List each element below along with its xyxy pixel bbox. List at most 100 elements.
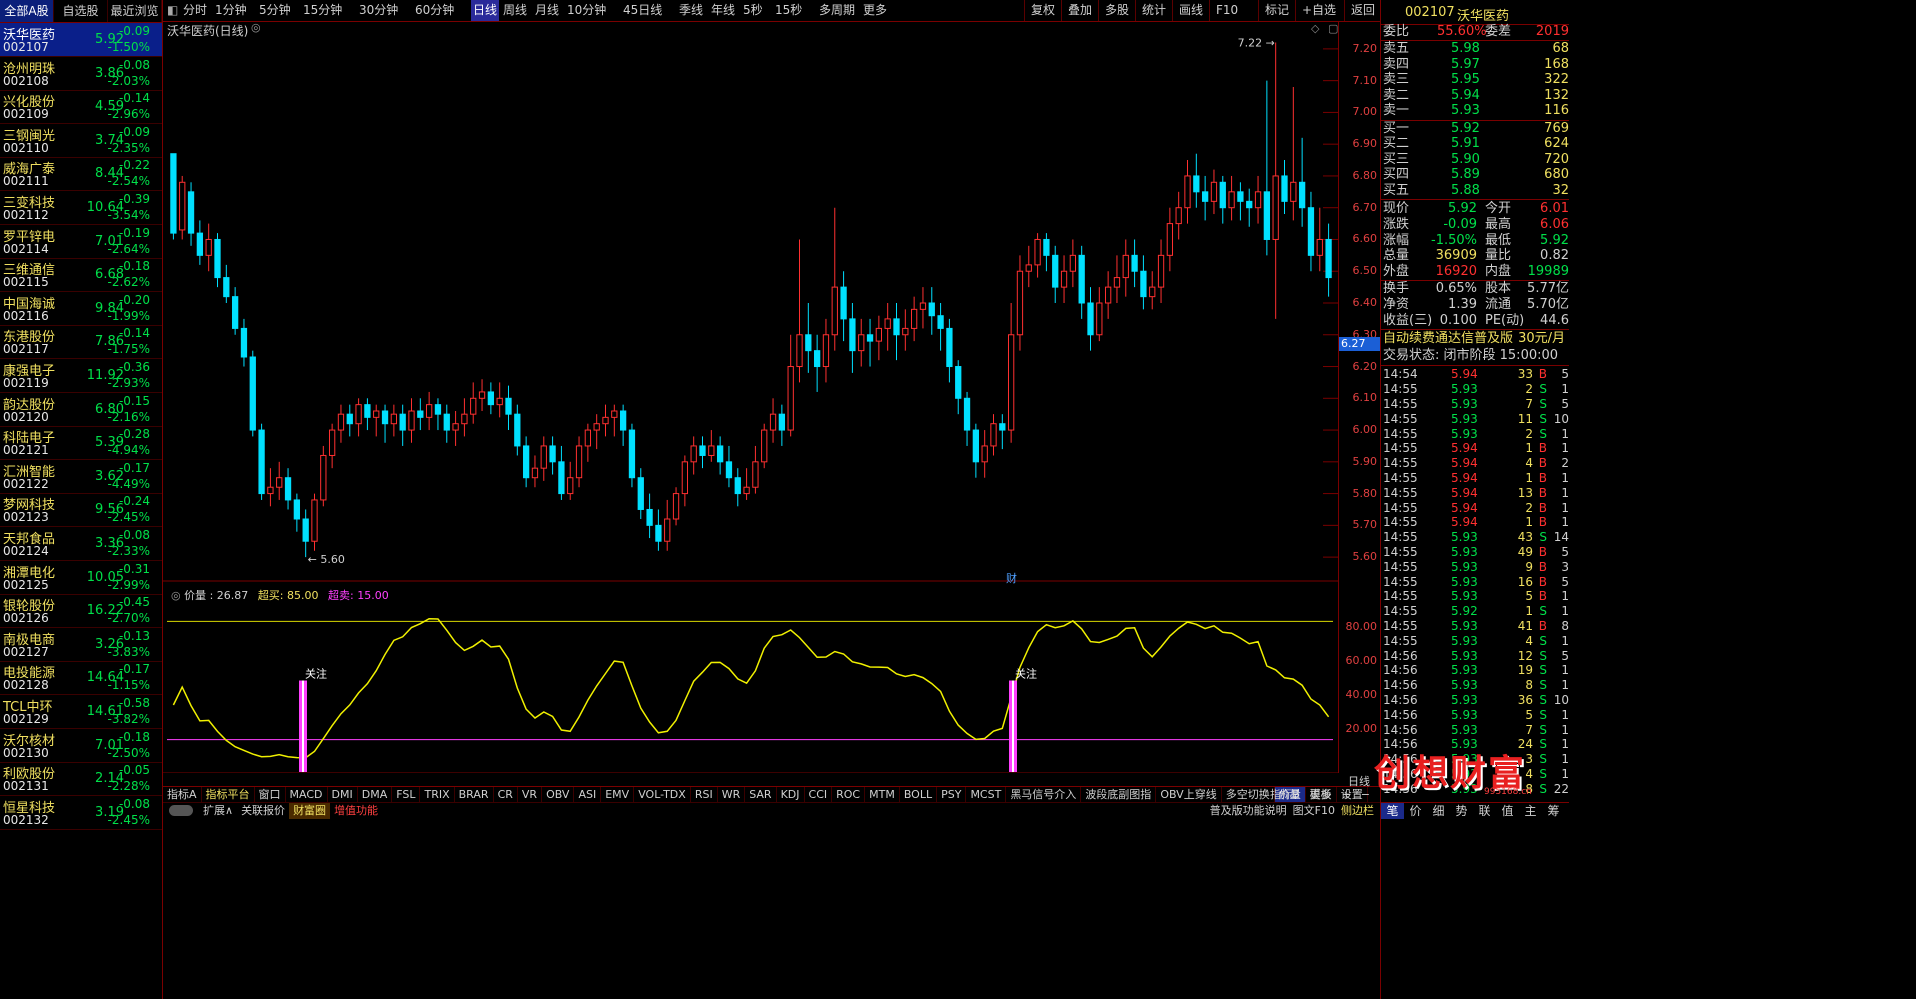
period-tab[interactable]: 分时 <box>183 0 207 21</box>
period-tab[interactable]: 30分钟 <box>359 0 398 21</box>
stock-row[interactable]: 沃华医药 002107 5.92 -0.09 -1.50% <box>0 23 162 57</box>
side-tab[interactable]: 联 <box>1473 803 1496 819</box>
side-tab[interactable]: 细 <box>1427 803 1450 819</box>
indicator-tab[interactable]: RSI <box>691 787 718 803</box>
period-tab[interactable]: 15分钟 <box>303 0 342 21</box>
indicator-tab[interactable]: DMA <box>358 787 393 803</box>
indicator-tab[interactable]: OBV <box>542 787 575 803</box>
indicator-tab[interactable]: 黑马信号介入 <box>1006 787 1082 803</box>
period-tab[interactable]: 更多 <box>863 0 887 21</box>
period-tab[interactable]: 周线 <box>503 0 527 21</box>
side-tab[interactable]: 筹 <box>1542 803 1565 819</box>
toolbar-action-button[interactable]: 统计 <box>1135 0 1172 21</box>
stock-row[interactable]: 湘潭电化 002125 10.05 -0.31 -2.99% <box>0 561 162 595</box>
stock-row[interactable]: 恒星科技 002132 3.19 -0.08 -2.45% <box>0 796 162 830</box>
indicator-tab[interactable]: VOL-TDX <box>634 787 691 803</box>
indicator-tab[interactable]: ASI <box>574 787 602 803</box>
indicator-tab[interactable]: 指标平台 <box>202 787 255 803</box>
period-tab[interactable]: 60分钟 <box>415 0 454 21</box>
bottom-right-link[interactable]: 图文F10 <box>1290 803 1338 819</box>
side-tab[interactable]: 笔 <box>1381 803 1404 819</box>
stock-row[interactable]: 兴化股份 002109 4.59 -0.14 -2.96% <box>0 90 162 125</box>
stock-row[interactable]: 汇洲智能 002122 3.62 -0.17 -4.49% <box>0 460 162 494</box>
period-tab[interactable]: 5分钟 <box>259 0 291 21</box>
stock-row[interactable]: 东港股份 002117 7.86 -0.14 -1.75% <box>0 325 162 360</box>
toolbar-action-button[interactable]: 画线 <box>1172 0 1209 21</box>
stock-row[interactable]: 银轮股份 002126 16.22 -0.45 -2.70% <box>0 594 162 629</box>
side-tab[interactable]: 值 <box>1496 803 1519 819</box>
indicator-tab-right[interactable]: 指标B <box>1265 787 1305 803</box>
chart-area[interactable]: 7.22 →← 5.60财关注关注2023年72023/07/26(三91011… <box>163 21 1338 788</box>
stock-row[interactable]: 三变科技 002112 10.64 -0.39 -3.54% <box>0 191 162 225</box>
window-icon[interactable]: ▢ <box>1328 22 1338 35</box>
stock-row[interactable]: 威海广泰 002111 8.44 -0.22 -2.54% <box>0 157 162 192</box>
finance-marker[interactable]: 财 <box>1006 571 1017 585</box>
stock-row[interactable]: 沃尔核材 002130 7.01 -0.18 -2.50% <box>0 729 162 763</box>
indicator-tab[interactable]: SAR <box>745 787 777 803</box>
indicator-tab[interactable]: VR <box>518 787 543 803</box>
indicator-tab[interactable]: CR <box>494 787 518 803</box>
toolbar-action-button[interactable]: 复权 <box>1024 0 1061 21</box>
tab-watchlist[interactable]: 自选股 <box>54 0 108 22</box>
indicator-toggle-icon[interactable]: ◎ <box>171 589 181 602</box>
indicator-tab[interactable]: PSY <box>937 787 967 803</box>
remove-indicator-icon[interactable]: − <box>1356 787 1375 803</box>
stock-row[interactable]: 中国海诚 002116 9.84 -0.20 -1.99% <box>0 292 162 326</box>
side-tab[interactable]: 价 <box>1404 803 1427 819</box>
indicator-tab[interactable]: 指标A <box>163 787 202 803</box>
indicator-tab[interactable]: FSL <box>392 787 421 803</box>
stock-row[interactable]: 康强电子 002119 11.92 -0.36 -2.93% <box>0 359 162 393</box>
chart-options-icon[interactable]: ◎ <box>251 21 261 34</box>
side-tab[interactable]: 势 <box>1450 803 1473 819</box>
toolbar-action-button[interactable]: 标记 <box>1258 0 1295 21</box>
stock-row[interactable]: 南极电商 002127 3.26 -0.13 -3.83% <box>0 628 162 662</box>
indicator-tab[interactable]: CCI <box>805 787 833 803</box>
period-tab[interactable]: 1分钟 <box>215 0 247 21</box>
period-tab[interactable]: 45日线 <box>623 0 662 21</box>
indicator-tab[interactable]: TRIX <box>420 787 455 803</box>
period-tab[interactable]: 5秒 <box>743 0 763 21</box>
indicator-tab[interactable]: MTM <box>865 787 900 803</box>
stock-row[interactable]: TCL中环 002129 14.61 -0.58 -3.82% <box>0 695 162 729</box>
toolbar-action-button[interactable]: 多股 <box>1098 0 1135 21</box>
stock-row[interactable]: 科陆电子 002121 5.39 -0.28 -4.94% <box>0 426 162 461</box>
indicator-tab[interactable]: MACD <box>286 787 328 803</box>
indicator-tab[interactable]: EMV <box>601 787 635 803</box>
toolbar-action-button[interactable]: F10 <box>1209 0 1244 21</box>
stock-row[interactable]: 电投能源 002128 14.64 -0.17 -1.15% <box>0 661 162 696</box>
indicator-tab[interactable]: BOLL <box>900 787 938 803</box>
period-tab[interactable]: 季线 <box>679 0 703 21</box>
kline-chart[interactable]: 7.22 →← 5.60财关注关注2023年72023/07/26(三91011… <box>163 21 1338 788</box>
toolbar-action-button[interactable]: +自选 <box>1295 0 1342 21</box>
indicator-tab[interactable]: ROC <box>832 787 866 803</box>
toolbar-action-button[interactable]: 返回 <box>1344 0 1381 21</box>
expand-icon[interactable]: ◇ <box>1311 22 1319 35</box>
bottom-right-link[interactable]: 侧边栏 <box>1338 803 1377 819</box>
indicator-tab[interactable]: OBV上穿线 <box>1156 787 1222 803</box>
period-tab[interactable]: 多周期 <box>819 0 855 21</box>
period-tab[interactable]: 日线 <box>471 0 500 21</box>
stock-row[interactable]: 利欧股份 002131 2.14 -0.05 -2.28% <box>0 762 162 797</box>
stock-row[interactable]: 沧州明珠 002108 3.86 -0.08 -2.03% <box>0 57 162 91</box>
period-tab[interactable]: 15秒 <box>775 0 802 21</box>
indicator-tab[interactable]: DMI <box>328 787 358 803</box>
tab-recent[interactable]: 最近浏览 <box>108 0 162 22</box>
indicator-tab-right[interactable]: 模板 <box>1305 787 1337 803</box>
bottom-right-link[interactable]: 普及版功能说明 <box>1207 803 1290 819</box>
bottom-tab[interactable]: 扩展∧ <box>199 803 237 819</box>
stock-row[interactable]: 韵达股份 002120 6.80 -0.15 -2.16% <box>0 393 162 427</box>
indicator-tab[interactable]: KDJ <box>777 787 805 803</box>
toggle-switch[interactable] <box>169 805 193 816</box>
bottom-tab[interactable]: 关联报价 <box>237 803 289 819</box>
indicator-tab[interactable]: MCST <box>966 787 1007 803</box>
add-indicator-icon[interactable]: + <box>1337 787 1356 803</box>
stock-row[interactable]: 三维通信 002115 6.68 -0.18 -2.62% <box>0 258 162 293</box>
indicator-tab[interactable]: WR <box>718 787 746 803</box>
stock-row[interactable]: 梦网科技 002123 9.56 -0.24 -2.45% <box>0 493 162 528</box>
stock-row[interactable]: 天邦食品 002124 3.36 -0.08 -2.33% <box>0 527 162 561</box>
indicator-tab[interactable]: 窗口 <box>255 787 286 803</box>
stock-row[interactable]: 罗平锌电 002114 7.01 -0.19 -2.64% <box>0 225 162 259</box>
indicator-tab[interactable]: 波段底副图指 <box>1081 787 1157 803</box>
toolbar-panel-icon[interactable]: ◧ <box>167 0 178 21</box>
bottom-tab[interactable]: 财富圈 <box>289 803 331 819</box>
